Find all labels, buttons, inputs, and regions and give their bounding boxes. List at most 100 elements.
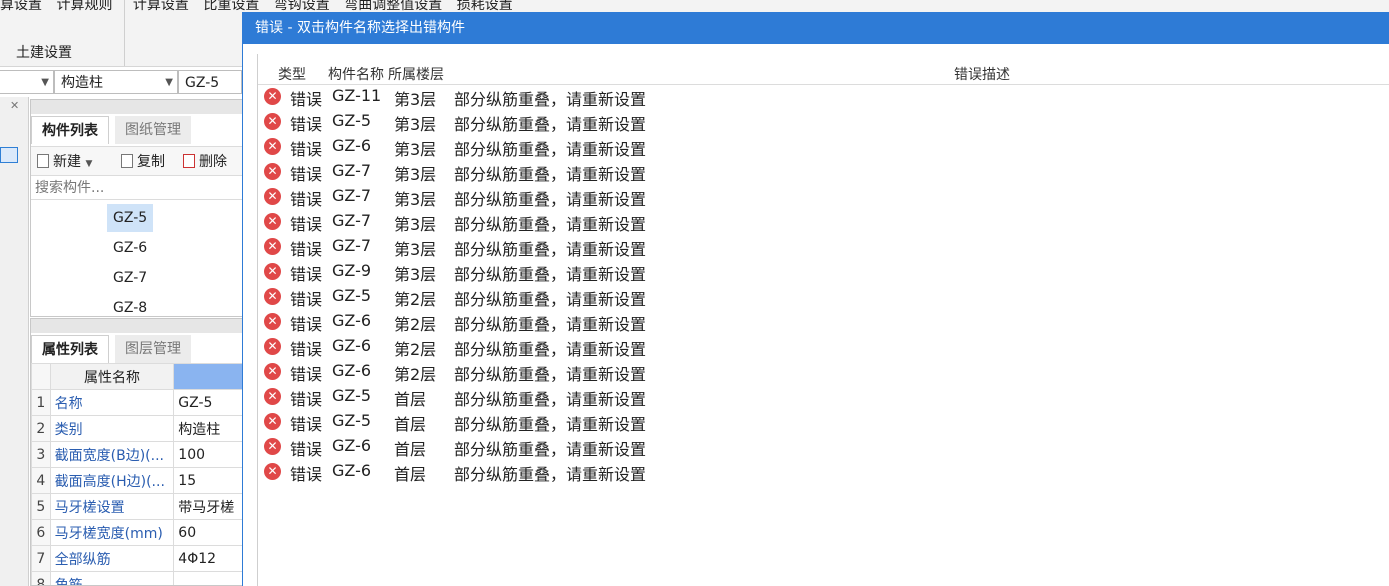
error-floor: 首层	[394, 415, 427, 434]
error-row[interactable]: ✕ 错误 GZ-6 第3层 部分纵筋重叠，请重新设置	[258, 134, 1389, 159]
error-component-name[interactable]: GZ-11	[332, 86, 381, 105]
error-row[interactable]: ✕ 错误 GZ-5 首层 部分纵筋重叠，请重新设置	[258, 409, 1389, 434]
error-row[interactable]: ✕ 错误 GZ-11 第3层 部分纵筋重叠，请重新设置	[258, 84, 1389, 109]
ribbon-item-calc-settings[interactable]: 计算设置	[133, 0, 189, 13]
component-panel: 构件列表 图纸管理 新建 ▼ 复制 删除 搜索构件... GZ-5 GZ-6 G…	[30, 99, 245, 317]
table-row[interactable]: 3 截面宽度(B边)(... 100	[31, 441, 243, 468]
property-value[interactable]: 60	[173, 519, 243, 546]
error-row[interactable]: ✕ 错误 GZ-7 第3层 部分纵筋重叠，请重新设置	[258, 209, 1389, 234]
error-icon: ✕	[264, 438, 281, 455]
component-list: GZ-5 GZ-6 GZ-7 GZ-8	[31, 202, 244, 314]
error-component-name[interactable]: GZ-7	[332, 186, 371, 205]
error-component-name[interactable]: GZ-5	[332, 111, 371, 130]
error-component-name[interactable]: GZ-6	[332, 336, 371, 355]
new-button[interactable]: 新建 ▼	[37, 151, 92, 171]
table-header-cell	[31, 363, 51, 390]
property-value[interactable]: 构造柱	[173, 415, 243, 442]
error-floor: 首层	[394, 440, 427, 459]
error-row[interactable]: ✕ 错误 GZ-5 第3层 部分纵筋重叠，请重新设置	[258, 109, 1389, 134]
name-combo[interactable]: GZ-5	[178, 70, 242, 94]
tab-property-list[interactable]: 属性列表	[31, 335, 109, 363]
property-name: 马牙槎设置	[49, 493, 175, 520]
column-header-type[interactable]: 类型	[278, 64, 306, 84]
column-header-desc[interactable]: 错误描述	[954, 64, 1010, 84]
error-component-name[interactable]: GZ-6	[332, 311, 371, 330]
property-value[interactable]: 4Φ12	[173, 545, 243, 572]
error-component-name[interactable]: GZ-6	[332, 361, 371, 380]
error-type: 错误	[290, 165, 323, 184]
property-value[interactable]: GZ-5	[173, 389, 243, 416]
copy-button[interactable]: 复制	[121, 151, 165, 171]
ribbon-item-calc-rules[interactable]: 计算规则	[56, 0, 112, 13]
property-name: 角筋	[49, 571, 175, 585]
dialog-title[interactable]: 错误 - 双击构件名称选择出错构件	[243, 12, 1389, 44]
column-header-value	[173, 363, 243, 390]
error-description: 部分纵筋重叠，请重新设置	[454, 340, 647, 359]
error-row[interactable]: ✕ 错误 GZ-5 第2层 部分纵筋重叠，请重新设置	[258, 284, 1389, 309]
property-value[interactable]: 100	[173, 441, 243, 468]
error-description: 部分纵筋重叠，请重新设置	[454, 240, 647, 259]
error-row[interactable]: ✕ 错误 GZ-7 第3层 部分纵筋重叠，请重新设置	[258, 234, 1389, 259]
error-component-name[interactable]: GZ-7	[332, 236, 371, 255]
error-row[interactable]: ✕ 错误 GZ-7 第3层 部分纵筋重叠，请重新设置	[258, 184, 1389, 209]
error-component-name[interactable]: GZ-6	[332, 461, 371, 480]
error-description: 部分纵筋重叠，请重新设置	[454, 390, 647, 409]
error-component-name[interactable]: GZ-9	[332, 261, 371, 280]
error-row[interactable]: ✕ 错误 GZ-6 第2层 部分纵筋重叠，请重新设置	[258, 309, 1389, 334]
error-component-name[interactable]: GZ-7	[332, 211, 371, 230]
column-header-floor[interactable]: 所属楼层	[388, 64, 444, 84]
search-input[interactable]: 搜索构件...	[31, 176, 244, 200]
error-component-name[interactable]: GZ-6	[332, 136, 371, 155]
error-type: 错误	[290, 140, 323, 159]
close-icon[interactable]: ✕	[10, 99, 19, 112]
ribbon-item-suan-settings[interactable]: 算设置	[0, 0, 42, 13]
name-combo-value: GZ-5	[185, 75, 220, 91]
table-row[interactable]: 2 类别 构造柱	[31, 415, 243, 442]
tab-layer-manage[interactable]: 图层管理	[115, 335, 191, 363]
tab-component-list[interactable]: 构件列表	[31, 116, 109, 144]
list-item[interactable]: GZ-6	[107, 234, 153, 262]
error-type: 错误	[290, 440, 323, 459]
error-component-name[interactable]: GZ-7	[332, 161, 371, 180]
column-header-name: 属性名称	[49, 363, 175, 390]
list-item[interactable]: GZ-7	[107, 264, 153, 292]
property-value[interactable]: 15	[173, 467, 243, 494]
error-row[interactable]: ✕ 错误 GZ-7 第3层 部分纵筋重叠，请重新设置	[258, 159, 1389, 184]
table-row[interactable]: 1 名称 GZ-5	[31, 389, 243, 416]
list-item[interactable]: GZ-5	[107, 204, 154, 232]
error-row[interactable]: ✕ 错误 GZ-6 第2层 部分纵筋重叠，请重新设置	[258, 359, 1389, 384]
error-description: 部分纵筋重叠，请重新设置	[454, 140, 647, 159]
error-icon: ✕	[264, 388, 281, 405]
table-row[interactable]: 7 全部纵筋 4Φ12	[31, 545, 243, 572]
error-component-name[interactable]: GZ-5	[332, 286, 371, 305]
type-combo[interactable]: 构造柱 ▼	[54, 70, 178, 94]
chevron-down-icon: ▼	[41, 77, 49, 88]
error-component-name[interactable]: GZ-5	[332, 386, 371, 405]
error-type: 错误	[290, 265, 323, 284]
table-row[interactable]: 6 马牙槎宽度(mm) 60	[31, 519, 243, 546]
error-type: 错误	[290, 290, 323, 309]
chevron-down-icon: ▼	[165, 77, 173, 88]
tab-drawing-manage[interactable]: 图纸管理	[115, 116, 191, 144]
table-row[interactable]: 4 截面高度(H边)(... 15	[31, 467, 243, 494]
list-item[interactable]: GZ-8	[107, 294, 153, 314]
error-description: 部分纵筋重叠，请重新设置	[454, 265, 647, 284]
panel-toggle-icon[interactable]	[0, 147, 18, 163]
error-row[interactable]: ✕ 错误 GZ-6 第2层 部分纵筋重叠，请重新设置	[258, 334, 1389, 359]
error-row[interactable]: ✕ 错误 GZ-9 第3层 部分纵筋重叠，请重新设置	[258, 259, 1389, 284]
error-component-name[interactable]: GZ-6	[332, 436, 371, 455]
error-component-name[interactable]: GZ-5	[332, 411, 371, 430]
error-row[interactable]: ✕ 错误 GZ-6 首层 部分纵筋重叠，请重新设置	[258, 459, 1389, 484]
error-type: 错误	[290, 315, 323, 334]
delete-button[interactable]: 删除	[183, 151, 227, 171]
table-row[interactable]: 5 马牙槎设置 带马牙槎	[31, 493, 243, 520]
error-row[interactable]: ✕ 错误 GZ-6 首层 部分纵筋重叠，请重新设置	[258, 434, 1389, 459]
error-type: 错误	[290, 90, 323, 109]
property-value[interactable]	[173, 571, 243, 585]
error-list: 类型 构件名称 所属楼层 错误描述 ✕ 错误 GZ-11 第3层 部分纵筋重叠，请重新设…	[257, 54, 1389, 586]
property-value[interactable]: 带马牙槎	[173, 493, 243, 520]
category-combo[interactable]: ▼	[0, 70, 54, 94]
column-header-name[interactable]: 构件名称	[328, 64, 384, 84]
error-row[interactable]: ✕ 错误 GZ-5 首层 部分纵筋重叠，请重新设置	[258, 384, 1389, 409]
table-row[interactable]: 8 角筋	[31, 571, 243, 585]
